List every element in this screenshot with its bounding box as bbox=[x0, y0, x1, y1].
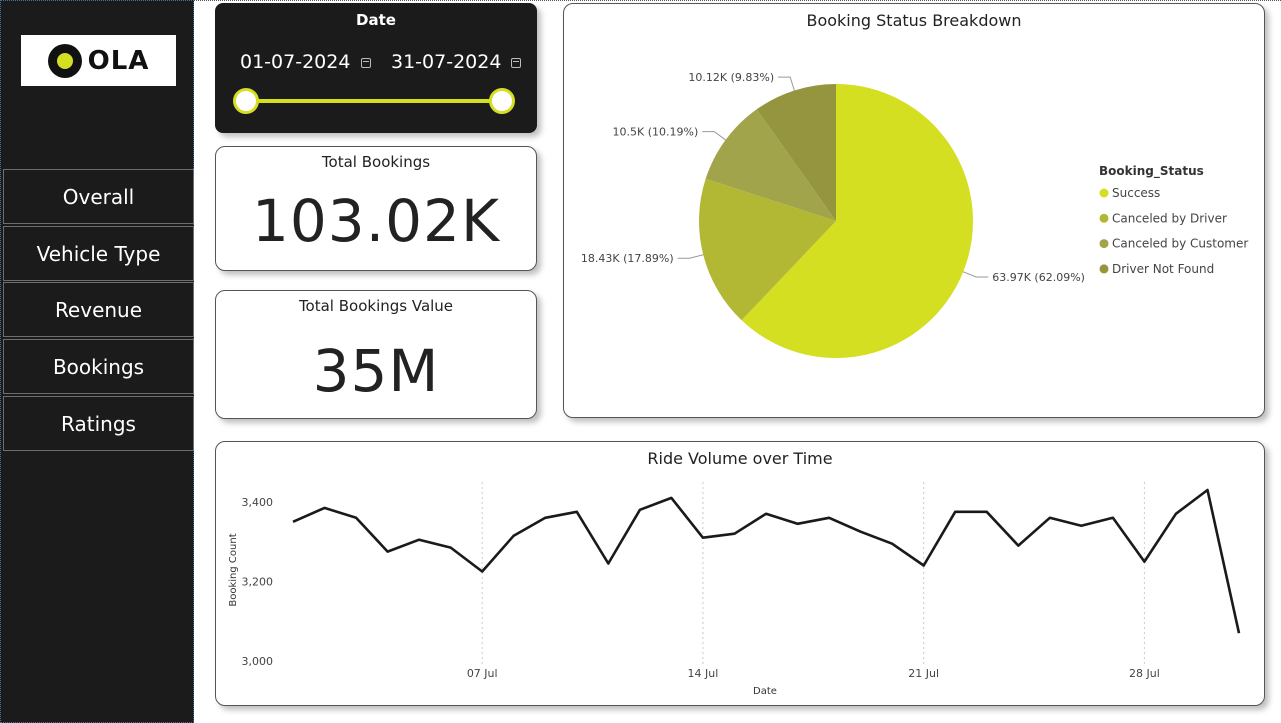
start-date-handle[interactable] bbox=[233, 88, 259, 114]
legend-marker bbox=[1099, 188, 1109, 198]
legend-title: Booking_Status bbox=[1099, 164, 1204, 179]
date-slicer-title: Date bbox=[356, 11, 396, 29]
x-tick-label: 21 Jul bbox=[908, 667, 939, 680]
ride-volume-card: Ride Volume over Time 3,000 3,200 3,400 07… bbox=[215, 441, 1265, 706]
data-label: 10.5K (10.19%) bbox=[613, 126, 699, 139]
x-axis-label: Date bbox=[753, 686, 777, 697]
end-date-handle[interactable] bbox=[489, 88, 515, 114]
nav-revenue-button[interactable]: Revenue bbox=[3, 282, 194, 337]
y-tick-label: 3,400 bbox=[242, 496, 274, 509]
kpi-value: 103.02K bbox=[252, 187, 500, 255]
logo-text: OLA bbox=[87, 45, 150, 76]
top-border bbox=[192, 0, 1281, 1]
kpi-title: Total Bookings Value bbox=[298, 297, 454, 315]
calendar-icon[interactable] bbox=[511, 58, 521, 68]
ride-volume-line bbox=[292, 488, 1241, 634]
y-tick-label: 3,000 bbox=[242, 655, 274, 668]
kpi-value: 35M bbox=[312, 337, 440, 405]
sidebar: OLA Overall Vehicle Type Revenue Booking… bbox=[0, 0, 194, 723]
legend-item[interactable]: Canceled by Customer bbox=[1112, 237, 1248, 251]
booking-status-card: Booking Status Breakdown 63.97K (62.09%)… bbox=[563, 3, 1265, 418]
total-bookings-value-card: Total Bookings Value 35M bbox=[215, 290, 537, 419]
date-range-track bbox=[246, 99, 502, 103]
data-label-leader bbox=[778, 76, 795, 91]
end-date-input[interactable]: 31-07-2024 bbox=[391, 51, 501, 73]
nav-ratings-button[interactable]: Ratings bbox=[3, 396, 194, 451]
start-date-input[interactable]: 01-07-2024 bbox=[240, 51, 350, 73]
data-label: 10.12K (9.83%) bbox=[688, 71, 774, 84]
nav-overall-button[interactable]: Overall bbox=[3, 169, 194, 224]
data-label-leader bbox=[677, 254, 704, 259]
x-tick-label: 14 Jul bbox=[688, 667, 719, 680]
data-label: 18.43K (17.89%) bbox=[581, 252, 674, 265]
pie-chart: 63.97K (62.09%) 18.43K (17.89%) 10.5K (10.… bbox=[581, 71, 1248, 359]
legend-marker bbox=[1099, 264, 1109, 274]
date-slicer: Date 01-07-2024 31-07-2024 bbox=[215, 3, 537, 133]
kpi-title: Total Bookings bbox=[321, 153, 431, 171]
calendar-icon[interactable] bbox=[361, 58, 371, 68]
total-bookings-card: Total Bookings 103.02K bbox=[215, 146, 537, 271]
y-tick-label: 3,200 bbox=[242, 575, 274, 588]
data-label-leader bbox=[702, 131, 726, 141]
nav-bookings-button[interactable]: Bookings bbox=[3, 339, 194, 394]
y-axis-label: Booking Count bbox=[228, 533, 239, 606]
x-tick-label: 07 Jul bbox=[467, 667, 498, 680]
legend-marker bbox=[1099, 213, 1109, 223]
ola-logo: OLA bbox=[21, 35, 176, 86]
x-tick-label: 28 Jul bbox=[1129, 667, 1160, 680]
nav-vehicle-type-button[interactable]: Vehicle Type bbox=[3, 226, 194, 281]
line-chart: 3,000 3,200 3,400 07 Jul 14 Jul 21 Jul 28 Jul… bbox=[228, 482, 1241, 697]
legend-item[interactable]: Success bbox=[1112, 186, 1160, 200]
legend-item[interactable]: Canceled by Driver bbox=[1112, 211, 1227, 225]
data-label: 63.97K (62.09%) bbox=[992, 271, 1085, 284]
data-label-leader bbox=[963, 271, 989, 278]
ola-logo-mark-icon bbox=[47, 43, 82, 78]
legend-marker bbox=[1099, 239, 1109, 249]
legend-item[interactable]: Driver Not Found bbox=[1112, 262, 1214, 276]
